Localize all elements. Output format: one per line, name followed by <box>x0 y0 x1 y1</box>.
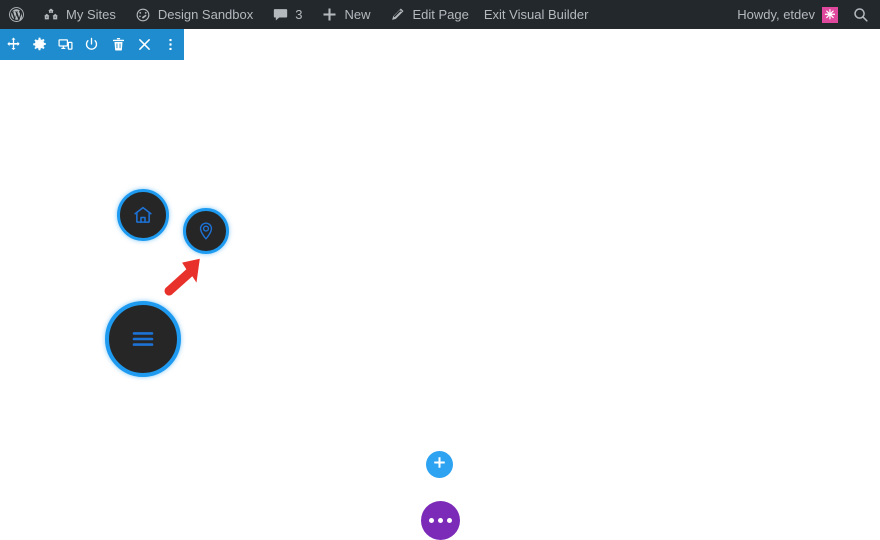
admin-bar-item-comments[interactable]: 3 <box>262 0 311 29</box>
admin-bar-label-new: New <box>344 7 371 22</box>
plus-icon <box>320 6 338 24</box>
admin-bar-item-design-sandbox[interactable]: Design Sandbox <box>125 0 262 29</box>
icon-button-home[interactable] <box>117 189 169 241</box>
admin-bar-left-group: My Sites Design Sandbox 3 New Edit Page … <box>0 0 597 29</box>
admin-bar-item-exit-visual-builder[interactable]: Exit Visual Builder <box>478 0 598 29</box>
icon-button-location[interactable] <box>183 208 229 254</box>
gear-icon <box>32 37 47 52</box>
visual-builder-toolbar <box>0 29 184 60</box>
page-settings-button[interactable] <box>421 501 460 540</box>
admin-bar-label-my-sites: My Sites <box>66 7 116 22</box>
avatar: ✳ <box>822 6 838 23</box>
admin-bar-label-design-sandbox: Design Sandbox <box>157 7 254 22</box>
my-sites-icon <box>42 6 60 24</box>
howdy-label: Howdy, etdev <box>737 7 815 22</box>
vb-close-button[interactable] <box>131 29 157 60</box>
admin-bar-item-wp-logo[interactable] <box>0 0 33 29</box>
page-canvas <box>0 29 880 540</box>
admin-bar-item-edit-page[interactable]: Edit Page <box>380 0 478 29</box>
vb-trash-button[interactable] <box>105 29 131 60</box>
vertical-dots-icon <box>163 37 178 52</box>
wordpress-logo-icon <box>7 6 25 24</box>
admin-bar-label-edit-page: Edit Page <box>412 7 469 22</box>
plus-icon <box>433 456 446 474</box>
vb-wireframe-button[interactable] <box>79 29 105 60</box>
dashboard-speedometer-icon <box>134 6 152 24</box>
responsive-views-icon <box>58 37 73 52</box>
add-section-button[interactable] <box>426 451 453 478</box>
pencil-icon <box>389 6 407 24</box>
comment-bubble-icon <box>271 6 289 24</box>
admin-bar-label-comment-count: 3 <box>295 7 303 22</box>
move-arrows-icon <box>6 37 21 52</box>
ellipsis-icon <box>429 518 452 523</box>
search-icon <box>852 6 870 24</box>
close-x-icon <box>137 37 152 52</box>
admin-bar-label-exit-visual-builder: Exit Visual Builder <box>483 7 589 22</box>
vb-responsive-views-button[interactable] <box>53 29 79 60</box>
power-toggle-icon <box>84 37 99 52</box>
admin-bar-item-howdy[interactable]: Howdy, etdev ✳ <box>727 0 846 29</box>
hamburger-menu-icon <box>129 327 157 351</box>
wordpress-admin-bar: My Sites Design Sandbox 3 New Edit Page … <box>0 0 880 29</box>
annotation-arrow-icon <box>160 253 200 303</box>
admin-bar-item-my-sites[interactable]: My Sites <box>33 0 125 29</box>
vb-move-button[interactable] <box>0 29 26 60</box>
home-icon <box>132 204 154 226</box>
admin-bar-item-new[interactable]: New <box>311 0 379 29</box>
admin-bar-item-search[interactable] <box>846 0 876 29</box>
vb-more-options-button[interactable] <box>158 29 184 60</box>
admin-bar-right-group: Howdy, etdev ✳ <box>727 0 880 29</box>
trash-icon <box>111 37 126 52</box>
vb-settings-button[interactable] <box>26 29 52 60</box>
map-pin-icon <box>196 221 216 241</box>
icon-button-menu[interactable] <box>105 301 181 377</box>
